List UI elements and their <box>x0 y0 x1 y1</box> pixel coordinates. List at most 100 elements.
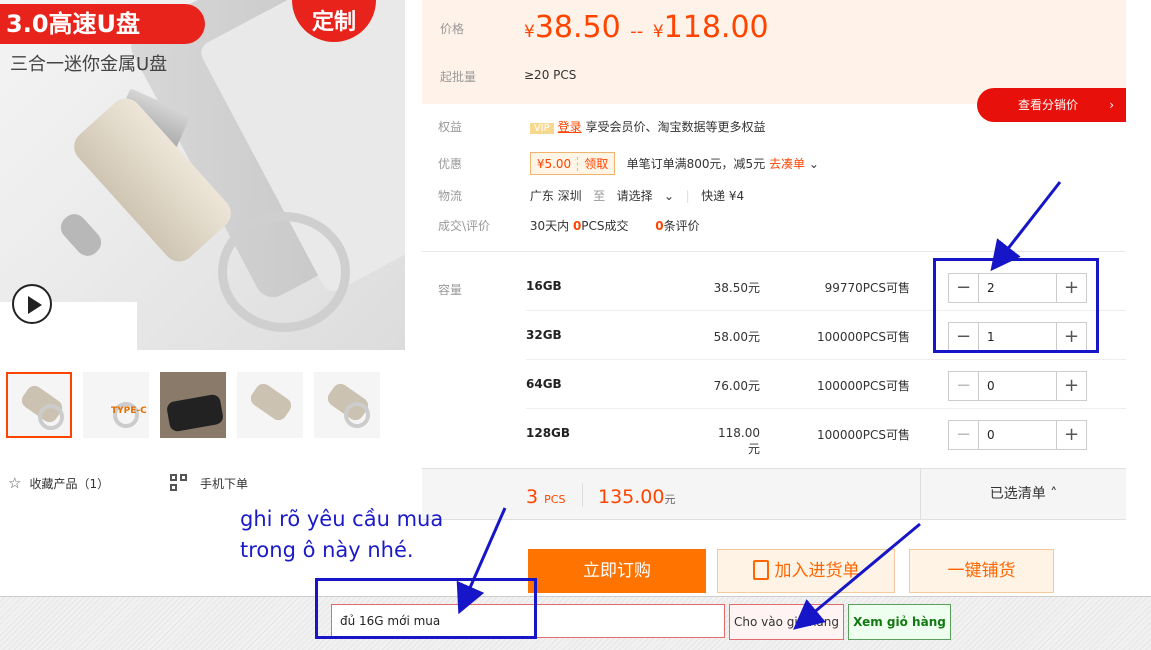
summary-total-value: 135.00 <box>598 486 665 508</box>
favorite-button[interactable]: ☆ 收藏产品（1） <box>8 474 109 492</box>
quantity-stepper: − + <box>948 322 1087 352</box>
extension-add-to-cart-button[interactable]: Cho vào giỏ hàng <box>729 604 844 640</box>
logistics-row: 物流 广东 深圳 至 请选择 ⌄ | 快递 ¥4 <box>438 187 744 204</box>
sku-price: 118.00元 <box>718 426 760 456</box>
main-product-image[interactable]: 3.0高速U盘 定制 三合一迷你金属U盘 <box>0 0 405 350</box>
benefits-text: 享受会员价、淘宝数据等更多权益 <box>585 120 766 134</box>
clipboard-icon <box>752 560 769 580</box>
product-page: 3.0高速U盘 定制 三合一迷你金属U盘 TYPE-C ☆ 收藏产品（1） 手机… <box>0 0 1151 650</box>
sku-stock: 100000PCS可售 <box>816 379 910 393</box>
minus-button[interactable]: − <box>949 421 979 449</box>
quantity-input[interactable] <box>979 421 1056 449</box>
quantity-input[interactable] <box>979 372 1056 400</box>
play-icon[interactable] <box>12 284 52 324</box>
mobile-order-button[interactable]: 手机下单 <box>170 474 248 492</box>
discount-label: 优惠 <box>438 157 463 171</box>
sku-row: 16GB 38.50元 99770PCS可售 − + <box>422 262 1126 311</box>
thumbnail-strip: TYPE-C <box>6 372 380 438</box>
image-subtitle: 三合一迷你金属U盘 <box>10 54 168 75</box>
sku-row: 32GB 58.00元 100000PCS可售 − + <box>422 311 1126 360</box>
sku-name: 64GB <box>526 377 562 391</box>
mobile-order-label: 手机下单 <box>200 476 249 491</box>
order-summary: 3 PCS 135.00元 已选清单 ˄ <box>422 468 1126 520</box>
thumbnail-5[interactable] <box>314 372 380 438</box>
thumb-type-c-label: TYPE-C <box>111 406 147 416</box>
plus-button[interactable]: + <box>1056 421 1086 449</box>
arrow-to-note-input <box>456 507 507 615</box>
minus-button[interactable]: − <box>949 372 979 400</box>
deals-label: 成交\评价 <box>438 219 491 233</box>
plus-button[interactable]: + <box>1056 274 1086 302</box>
thumbnail-1[interactable] <box>6 372 72 438</box>
review-count: 0 <box>655 219 664 233</box>
price-dash: -- <box>630 21 644 42</box>
benefits-row: 权益 VIP 登录 享受会员价、淘宝数据等更多权益 <box>438 118 766 135</box>
sku-row: 128GB 118.00元 100000PCS可售 − + <box>422 409 1126 458</box>
sku-stock: 100000PCS可售 <box>816 428 910 442</box>
thumbnail-4[interactable] <box>237 372 303 438</box>
discount-row: 优惠 ¥5.00 领取 单笔订单满800元，减5元 去凑单 ⌄ <box>438 152 819 175</box>
destination-select[interactable]: 请选择 ⌄ <box>617 189 675 203</box>
buy-now-button[interactable]: 立即订购 <box>528 549 706 593</box>
keyring <box>218 212 350 332</box>
add-to-cart-button[interactable]: 加入进货单 <box>717 549 895 593</box>
summary-quantity: 3 PCS <box>526 486 565 508</box>
sku-stock: 99770PCS可售 <box>824 281 910 295</box>
selected-list-toggle[interactable]: 已选清单 ˄ <box>920 469 1126 519</box>
divider <box>422 251 1126 252</box>
add-items-link[interactable]: 去凑单 <box>769 157 805 171</box>
annotation-line-1: ghi rõ yêu cầu mua <box>240 507 444 531</box>
divider: | <box>685 189 690 203</box>
benefits-label: 权益 <box>438 120 463 134</box>
qr-code-icon <box>170 474 188 492</box>
thumbnail-2[interactable]: TYPE-C <box>83 372 149 438</box>
thumb-usb <box>247 380 295 424</box>
coupon-claim: 领取 <box>584 157 609 171</box>
sku-name: 16GB <box>526 279 562 293</box>
sku-price: 76.00元 <box>713 379 760 393</box>
chevron-down-icon[interactable]: ⌄ <box>809 157 819 171</box>
chevron-right-icon: › <box>1109 98 1114 112</box>
coupon-button[interactable]: ¥5.00 领取 <box>529 152 616 175</box>
currency-symbol: ¥ <box>652 22 664 42</box>
annotation-note: ghi rõ yêu cầu mua trong ô này nhé. <box>240 504 443 566</box>
distribution-price-label: 查看分销价 <box>1018 98 1079 112</box>
shipping-fee: 快递 ¥4 <box>701 189 745 203</box>
thumbnail-3[interactable] <box>160 372 226 438</box>
summary-total-unit: 元 <box>664 493 676 506</box>
buyer-note-input[interactable] <box>331 604 725 638</box>
logistics-to: 至 <box>593 189 606 203</box>
minus-button[interactable]: − <box>949 274 979 302</box>
thumb-ring <box>344 402 370 428</box>
usb-c-plug <box>55 209 107 261</box>
distribution-price-button[interactable]: 查看分销价 › <box>977 88 1126 122</box>
coupon-value: ¥5.00 <box>536 157 579 171</box>
logistics-origin: 广东 深圳 <box>529 189 582 203</box>
view-cart-button[interactable]: Xem giỏ hàng <box>848 604 951 640</box>
price-range: ¥38.50 -- ¥118.00 <box>524 10 769 45</box>
quantity-input[interactable] <box>979 274 1056 302</box>
price-high: 118.00 <box>663 10 769 45</box>
vip-badge: VIP <box>529 123 554 134</box>
moq-value: ≥20 PCS <box>524 68 577 82</box>
deals-row: 成交\评价 30天内 0PCS成交 0条评价 <box>438 217 700 234</box>
review-suffix: 条评价 <box>663 219 700 233</box>
plus-button[interactable]: + <box>1056 323 1086 351</box>
minus-button[interactable]: − <box>949 323 979 351</box>
one-click-store-button[interactable]: 一键铺货 <box>909 549 1054 593</box>
summary-qty-unit: PCS <box>544 493 566 506</box>
plus-button[interactable]: + <box>1056 372 1086 400</box>
add-to-cart-label: 加入进货单 <box>774 561 860 581</box>
thumb-usb <box>165 393 225 433</box>
summary-qty-value: 3 <box>526 486 539 508</box>
quantity-input[interactable] <box>979 323 1056 351</box>
summary-total: 135.00元 <box>598 486 675 508</box>
deals-period: 30天内 <box>529 219 570 233</box>
sku-name: 128GB <box>526 426 571 440</box>
sku-stock: 100000PCS可售 <box>816 330 910 344</box>
logistics-label: 物流 <box>438 189 463 203</box>
star-icon: ☆ <box>8 474 22 492</box>
sold-suffix: PCS成交 <box>581 219 629 233</box>
login-link[interactable]: 登录 <box>558 120 582 134</box>
moq-label: 起批量 <box>440 70 477 84</box>
